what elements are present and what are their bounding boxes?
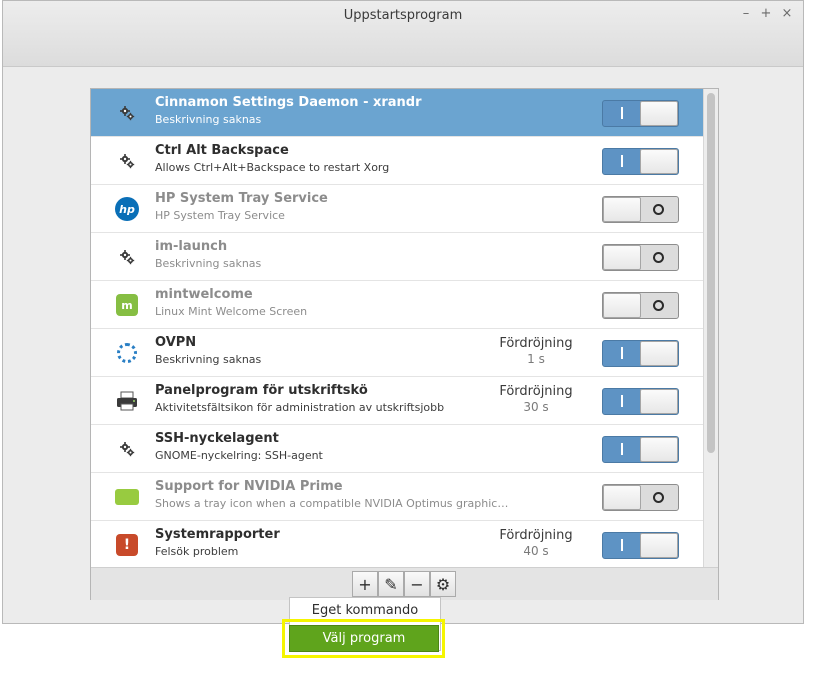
toggle-knob[interactable] [640, 101, 678, 126]
item-name: Ctrl Alt Backspace [155, 143, 289, 158]
ovpn-icon [115, 341, 139, 365]
enable-toggle[interactable] [602, 196, 679, 223]
minimize-button[interactable]: – [738, 6, 754, 22]
toggle-knob[interactable] [640, 341, 678, 366]
scrollbar[interactable] [703, 89, 718, 567]
list-toolbar: + ✎ − ⚙ [91, 567, 718, 600]
pencil-icon: ✎ [384, 574, 398, 594]
scrollbar-thumb[interactable] [707, 93, 715, 453]
item-name: Support for NVIDIA Prime [155, 479, 343, 494]
list-item[interactable]: Cinnamon Settings Daemon - xrandr Beskriv… [91, 89, 704, 137]
toggle-knob[interactable] [603, 197, 641, 222]
list-item[interactable]: Panelprogram för utskriftskö Aktivitetsfä… [91, 377, 704, 425]
list-item[interactable]: im-launch Beskrivning saknas [91, 233, 704, 281]
hp-icon: hp [115, 197, 139, 221]
list-item[interactable]: hp HP System Tray Service HP System Tray S… [91, 185, 704, 233]
toggle-knob[interactable] [603, 485, 641, 510]
item-name: OVPN [155, 335, 197, 350]
item-name: HP System Tray Service [155, 191, 328, 206]
item-name: SSH-nyckelagent [155, 431, 279, 446]
item-name: Panelprogram för utskriftskö [155, 383, 368, 398]
gear-icon [115, 437, 139, 461]
item-description: Linux Mint Welcome Screen [155, 305, 308, 318]
item-description: Beskrivning saknas [155, 113, 262, 126]
toggle-on-mark [621, 347, 623, 359]
toggle-on-mark [621, 539, 623, 551]
enable-toggle[interactable] [602, 388, 679, 415]
list-item[interactable]: Support for NVIDIA Prime Shows a tray ico… [91, 473, 704, 521]
toggle-off-mark [653, 300, 664, 311]
item-description: Allows Ctrl+Alt+Backspace to restart Xor… [155, 161, 390, 174]
item-description: Aktivitetsfältsikon för administration a… [155, 401, 445, 414]
delay-label: Fördröjning [499, 384, 573, 399]
delay-value: 40 s [523, 544, 549, 558]
toggle-on-mark [621, 395, 623, 407]
startup-apps-window: Uppstartsprogram – + × Cinnamon Settings… [2, 0, 804, 624]
item-description: GNOME-nyckelring: SSH-agent [155, 449, 323, 462]
item-description: Shows a tray icon when a compatible NVID… [155, 497, 509, 510]
menu-item-choose-app[interactable]: Välj program [289, 625, 439, 652]
item-description: HP System Tray Service [155, 209, 285, 222]
enable-toggle[interactable] [602, 100, 679, 127]
toggle-on-mark [621, 107, 623, 119]
add-button[interactable]: + [352, 571, 378, 597]
menu-item-custom-command[interactable]: Eget kommando [290, 603, 440, 618]
gear-icon [115, 101, 139, 125]
settings-button[interactable]: ⚙ [430, 571, 456, 597]
enable-toggle[interactable] [602, 244, 679, 271]
toggle-knob[interactable] [640, 533, 678, 558]
list-item[interactable]: SSH-nyckelagent GNOME-nyckelring: SSH-age… [91, 425, 704, 473]
annotation-highlight: Välj program [282, 619, 445, 658]
list-item[interactable]: Ctrl Alt Backspace Allows Ctrl+Alt+Backsp… [91, 137, 704, 185]
warning-icon: ! [115, 533, 139, 557]
toggle-on-mark [621, 443, 623, 455]
minus-icon: − [410, 574, 424, 594]
printer-icon [115, 389, 139, 413]
toggle-on-mark [621, 155, 623, 167]
titlebar[interactable]: Uppstartsprogram – + × [3, 1, 803, 67]
close-button[interactable]: × [779, 6, 795, 22]
toggle-off-mark [653, 252, 664, 263]
toggle-knob[interactable] [603, 245, 641, 270]
item-description: Beskrivning saknas [155, 353, 262, 366]
delay-value: 30 s [523, 400, 549, 414]
maximize-button[interactable]: + [758, 6, 774, 22]
delay-label: Fördröjning [499, 336, 573, 351]
item-name: Systemrapporter [155, 527, 280, 542]
enable-toggle[interactable] [602, 532, 679, 559]
item-name: im-launch [155, 239, 228, 254]
enable-toggle[interactable] [602, 340, 679, 367]
toggle-knob[interactable] [640, 437, 678, 462]
gear-icon [115, 245, 139, 269]
delay-value: 1 s [527, 352, 545, 366]
toggle-knob[interactable] [640, 389, 678, 414]
toggle-knob[interactable] [603, 293, 641, 318]
enable-toggle[interactable] [602, 148, 679, 175]
window-title: Uppstartsprogram [343, 8, 463, 23]
item-name: mintwelcome [155, 287, 253, 302]
item-description: Beskrivning saknas [155, 257, 262, 270]
list-item[interactable]: OVPN Beskrivning saknas Fördröjning 1 s [91, 329, 704, 377]
startup-list-frame: Cinnamon Settings Daemon - xrandr Beskriv… [90, 88, 719, 600]
enable-toggle[interactable] [602, 436, 679, 463]
item-name: Cinnamon Settings Daemon - xrandr [155, 95, 422, 110]
remove-button[interactable]: − [404, 571, 430, 597]
plus-icon: + [358, 574, 372, 594]
gear-icon [115, 149, 139, 173]
list-item[interactable]: m mintwelcome Linux Mint Welcome Screen [91, 281, 704, 329]
mint-icon: m [115, 293, 139, 317]
toggle-off-mark [653, 204, 664, 215]
startup-list[interactable]: Cinnamon Settings Daemon - xrandr Beskriv… [91, 89, 704, 567]
gear-icon: ⚙ [435, 574, 451, 594]
toggle-off-mark [653, 492, 664, 503]
enable-toggle[interactable] [602, 484, 679, 511]
toggle-knob[interactable] [640, 149, 678, 174]
nvidia-icon [115, 485, 139, 509]
enable-toggle[interactable] [602, 292, 679, 319]
list-item[interactable]: ! Systemrapporter Felsök problem Fördröjnin… [91, 521, 704, 567]
delay-label: Fördröjning [499, 528, 573, 543]
item-description: Felsök problem [155, 545, 239, 558]
edit-button[interactable]: ✎ [378, 571, 404, 597]
